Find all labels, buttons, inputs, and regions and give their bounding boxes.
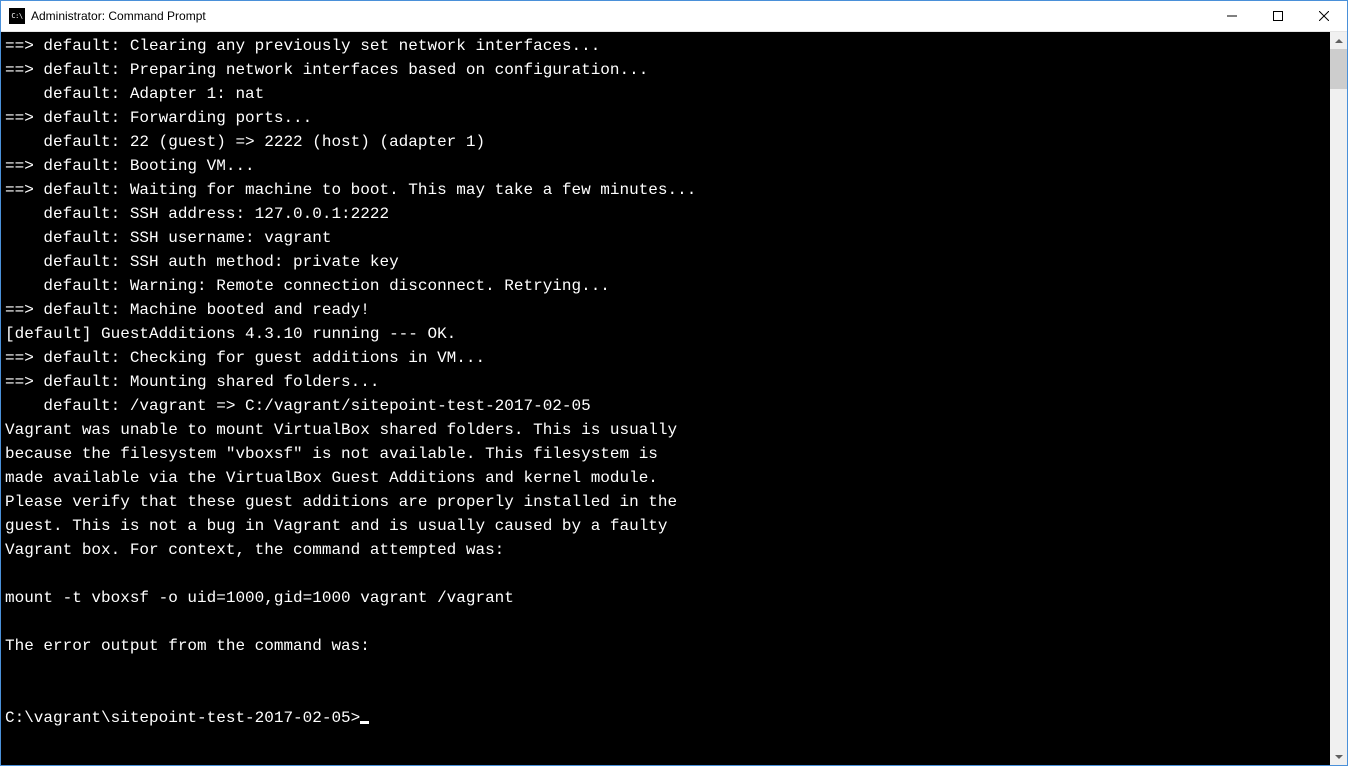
terminal-line: default: 22 (guest) => 2222 (host) (adap…: [5, 130, 1326, 154]
client-area: ==> default: Clearing any previously set…: [1, 32, 1347, 765]
terminal-line: made available via the VirtualBox Guest …: [5, 466, 1326, 490]
terminal-line: Vagrant box. For context, the command at…: [5, 538, 1326, 562]
terminal-line: ==> default: Forwarding ports...: [5, 106, 1326, 130]
terminal-line: default: SSH username: vagrant: [5, 226, 1326, 250]
terminal-line: default: SSH auth method: private key: [5, 250, 1326, 274]
terminal-line: default: Adapter 1: nat: [5, 82, 1326, 106]
terminal-line: [5, 658, 1326, 682]
command-prompt-window: C:\ Administrator: Command Prompt ==> de…: [0, 0, 1348, 766]
terminal-line: ==> default: Clearing any previously set…: [5, 34, 1326, 58]
cursor: [360, 721, 369, 724]
terminal-line: The error output from the command was:: [5, 634, 1326, 658]
minimize-icon: [1227, 11, 1237, 21]
window-title: Administrator: Command Prompt: [31, 9, 1209, 23]
terminal-line: default: /vagrant => C:/vagrant/sitepoin…: [5, 394, 1326, 418]
terminal-line: Vagrant was unable to mount VirtualBox s…: [5, 418, 1326, 442]
titlebar[interactable]: C:\ Administrator: Command Prompt: [1, 1, 1347, 32]
terminal-line: [5, 682, 1326, 706]
terminal-output[interactable]: ==> default: Clearing any previously set…: [1, 32, 1330, 765]
terminal-line: mount -t vboxsf -o uid=1000,gid=1000 vag…: [5, 586, 1326, 610]
maximize-icon: [1273, 11, 1283, 21]
terminal-line: Please verify that these guest additions…: [5, 490, 1326, 514]
terminal-line: default: SSH address: 127.0.0.1:2222: [5, 202, 1326, 226]
terminal-line: [default] GuestAdditions 4.3.10 running …: [5, 322, 1326, 346]
terminal-line: ==> default: Booting VM...: [5, 154, 1326, 178]
terminal-line: guest. This is not a bug in Vagrant and …: [5, 514, 1326, 538]
terminal-line: [5, 562, 1326, 586]
terminal-line: default: Warning: Remote connection disc…: [5, 274, 1326, 298]
minimize-button[interactable]: [1209, 1, 1255, 31]
terminal-line: ==> default: Checking for guest addition…: [5, 346, 1326, 370]
close-icon: [1319, 11, 1329, 21]
terminal-line: [5, 610, 1326, 634]
terminal-line: because the filesystem "vboxsf" is not a…: [5, 442, 1326, 466]
close-button[interactable]: [1301, 1, 1347, 31]
terminal-line: ==> default: Waiting for machine to boot…: [5, 178, 1326, 202]
cmd-icon: C:\: [9, 8, 25, 24]
scrollbar-track[interactable]: [1330, 49, 1347, 748]
terminal-line: ==> default: Preparing network interface…: [5, 58, 1326, 82]
terminal-line: ==> default: Machine booted and ready!: [5, 298, 1326, 322]
chevron-down-icon: [1335, 755, 1343, 759]
scroll-down-button[interactable]: [1330, 748, 1347, 765]
chevron-up-icon: [1335, 39, 1343, 43]
maximize-button[interactable]: [1255, 1, 1301, 31]
terminal-line: ==> default: Mounting shared folders...: [5, 370, 1326, 394]
terminal-prompt[interactable]: C:\vagrant\sitepoint-test-2017-02-05>: [5, 706, 1326, 730]
window-controls: [1209, 1, 1347, 31]
scrollbar-thumb[interactable]: [1330, 49, 1347, 89]
scroll-up-button[interactable]: [1330, 32, 1347, 49]
vertical-scrollbar[interactable]: [1330, 32, 1347, 765]
